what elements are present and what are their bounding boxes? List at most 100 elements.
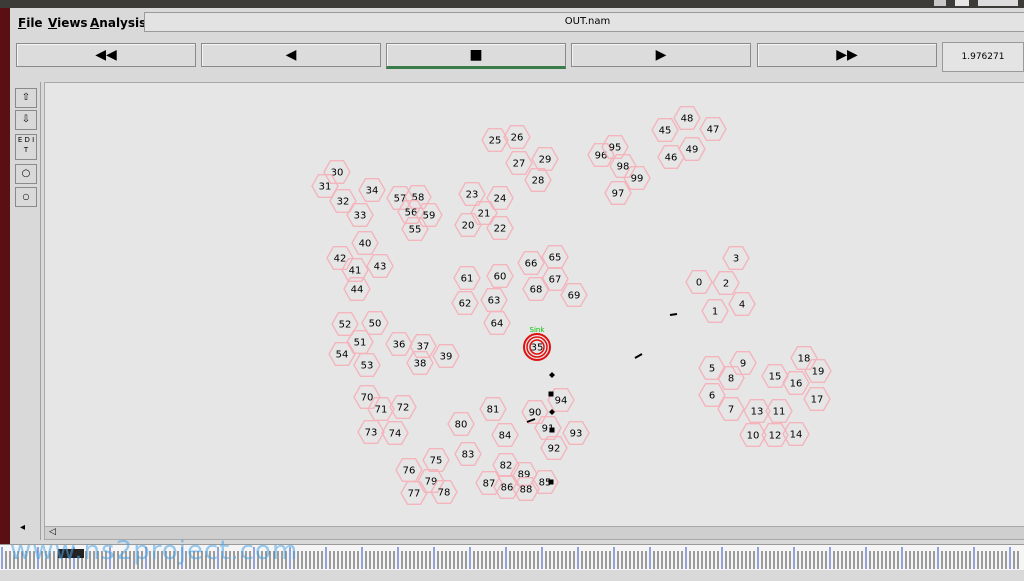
sensor-node[interactable]: 93 [562,421,590,445]
menu-file[interactable]: File [18,16,43,30]
zoom-in-icon[interactable]: ⇧ [15,88,37,108]
sensor-node[interactable]: 77 [400,481,428,505]
radio-option-1[interactable]: ○ [15,164,37,184]
sensor-node[interactable]: 75 [422,448,450,472]
sensor-node[interactable]: 89 [510,462,538,486]
sensor-node[interactable]: 5 [698,356,726,380]
minimize-icon[interactable] [934,0,946,6]
sensor-node[interactable]: 32 [329,188,357,214]
sensor-node[interactable]: 47 [699,117,727,141]
sensor-node[interactable]: 49 [678,137,706,162]
sensor-node[interactable]: 40 [351,230,379,256]
sensor-node[interactable]: 17 [803,387,831,411]
sensor-node[interactable]: 85 [531,470,559,494]
scroll-left-icon[interactable]: ◂ [20,522,25,533]
sensor-node[interactable]: 7 [717,397,745,421]
node-label: 92 [548,444,561,455]
menu-bar: File Views Analysis OUT.nam [10,10,1024,36]
sensor-node[interactable]: 2 [712,270,740,296]
sensor-node[interactable]: 19 [804,359,832,383]
sensor-node[interactable]: 38 [406,351,434,375]
node-label: 90 [529,408,542,419]
sensor-node[interactable]: 1 [701,298,729,324]
node-label: 64 [491,319,504,330]
sensor-node[interactable]: 8 [717,366,745,390]
sensor-node[interactable]: 43 [366,253,394,279]
sensor-node[interactable]: 22 [486,215,514,241]
sensor-node[interactable]: 91 [534,416,562,440]
sensor-node[interactable]: 88 [512,477,540,501]
sensor-node[interactable]: 54 [328,342,356,366]
sensor-node[interactable]: 36 [385,331,413,356]
node-label: 51 [354,338,367,349]
sensor-node[interactable]: 73 [357,420,385,444]
node-label: 44 [351,285,364,296]
sensor-node[interactable]: 84 [491,423,519,447]
edit-button[interactable]: E D I T [15,134,37,160]
sensor-node[interactable]: 51 [346,329,374,354]
close-icon[interactable] [978,0,1018,6]
sensor-node[interactable]: 46 [657,145,685,170]
sensor-node[interactable]: 60 [486,263,514,289]
sensor-node[interactable]: 9 [729,351,757,375]
sensor-node[interactable]: 92 [540,436,568,460]
sensor-node[interactable]: 4 [728,291,756,317]
menu-analysis[interactable]: Analysis [90,16,146,30]
play-button[interactable]: ▶ [571,43,751,67]
sensor-node[interactable]: 76 [395,458,423,482]
sensor-node[interactable]: 64 [483,310,511,336]
radio-option-2[interactable]: ○ [15,187,37,207]
sensor-node[interactable]: 55 [401,216,429,242]
sensor-node[interactable]: 80 [447,412,475,436]
sensor-node[interactable]: 59 [415,202,443,228]
sensor-node[interactable]: 53 [353,353,381,377]
stop-button[interactable]: ■ [386,43,566,69]
sensor-node[interactable]: 33 [346,202,374,228]
sensor-node[interactable]: 0 [685,269,713,295]
sensor-node[interactable]: 61 [453,265,481,291]
sensor-node[interactable]: 87 [475,471,503,495]
sensor-node[interactable]: 25 [481,128,509,153]
sensor-node[interactable]: 81 [479,397,507,421]
sensor-node[interactable]: 27 [505,150,533,176]
sensor-node[interactable]: 52 [331,311,359,337]
sensor-node[interactable]: 16 [782,371,810,395]
sensor-node[interactable]: 67 [541,266,569,292]
sensor-node[interactable]: 39 [432,344,460,368]
menu-views[interactable]: Views [48,16,88,30]
sensor-node[interactable]: 30 [323,159,351,185]
node-label: 61 [461,274,474,285]
sensor-node[interactable]: 63 [480,287,508,313]
node-label: 56 [405,208,418,219]
zoom-out-icon[interactable]: ⇩ [15,110,37,130]
sensor-node[interactable]: 45 [651,118,679,142]
node-label: 95 [609,143,622,154]
sink-node[interactable]: Sink 35 [523,326,551,361]
sensor-node[interactable]: 66 [517,250,545,276]
packet [634,353,643,359]
sensor-node[interactable]: 56 [397,199,425,225]
sensor-node[interactable]: 65 [541,244,569,270]
network-canvas[interactable]: 30 31 32 33 34 57 58 56 59 55 40 42 41 43 44 52 50 51 54 53… [44,82,1024,528]
sensor-node[interactable]: 74 [381,421,409,445]
sensor-node[interactable]: 72 [389,395,417,419]
sensor-node[interactable]: 3 [722,245,750,271]
sensor-node[interactable]: 69 [560,282,588,308]
sensor-node[interactable]: 58 [404,184,432,210]
sensor-node[interactable]: 48 [673,106,701,130]
step-back-button[interactable]: ◀ [201,43,381,67]
sensor-node[interactable]: 29 [531,146,559,172]
sensor-node[interactable]: 83 [454,442,482,466]
sensor-node[interactable]: 68 [522,276,550,302]
sensor-node[interactable]: 97 [604,180,632,206]
sensor-node[interactable]: 26 [503,125,531,150]
sensor-node[interactable]: 62 [451,290,479,316]
fast-forward-button[interactable]: ▶▶ [757,43,937,67]
packet [548,479,554,485]
maximize-icon[interactable] [955,0,969,6]
sensor-node[interactable]: 34 [358,177,386,203]
rewind-button[interactable]: ◀◀ [16,43,196,67]
sensor-node[interactable]: 37 [409,333,437,358]
sensor-node[interactable]: 24 [486,185,514,211]
sensor-node[interactable]: 28 [524,167,552,193]
